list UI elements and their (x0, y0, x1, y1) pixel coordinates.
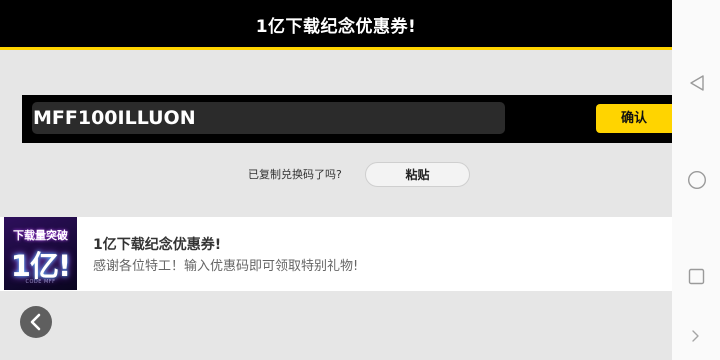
coupon-code-bar: MFF100ILLUON 确认 (22, 95, 672, 143)
app-screen: 1亿下载纪念优惠券! MFF100ILLUON 确认 已复制兑换码了吗? 粘贴 … (0, 0, 672, 360)
nav-home-circle-icon[interactable] (687, 170, 707, 190)
banner-top-text: 下载量突破 (13, 229, 68, 242)
coupon-code-input[interactable]: MFF100ILLUON (32, 102, 505, 134)
paste-button[interactable]: 粘贴 (365, 162, 470, 187)
page-title: 1亿下载纪念优惠券! (255, 17, 417, 37)
back-button[interactable] (20, 306, 52, 338)
paste-row: 已复制兑换码了吗? 粘贴 (0, 162, 672, 188)
confirm-button[interactable]: 确认 (596, 104, 672, 133)
nav-back-triangle-icon[interactable] (688, 74, 706, 92)
header-bar: 1亿下载纪念优惠券! (0, 0, 672, 50)
chevron-left-icon (30, 313, 41, 331)
event-card[interactable]: 下载量突破 1亿! CODE MFF 1亿下载纪念优惠券! 感谢各位特工！输入优… (0, 217, 672, 291)
event-title: 1亿下载纪念优惠券! (93, 237, 222, 253)
banner-small-text: CODE MFF (25, 279, 56, 285)
nav-expand-chevron-icon[interactable] (691, 329, 701, 343)
paste-question-label: 已复制兑换码了吗? (248, 168, 342, 181)
coupon-code-value: MFF100ILLUON (33, 107, 196, 129)
event-banner-image: 下载量突破 1亿! CODE MFF (4, 217, 77, 290)
system-nav-bar (672, 0, 720, 360)
event-description: 感谢各位特工！输入优惠码即可领取特别礼物! (93, 259, 359, 274)
nav-recents-square-icon[interactable] (688, 268, 705, 285)
